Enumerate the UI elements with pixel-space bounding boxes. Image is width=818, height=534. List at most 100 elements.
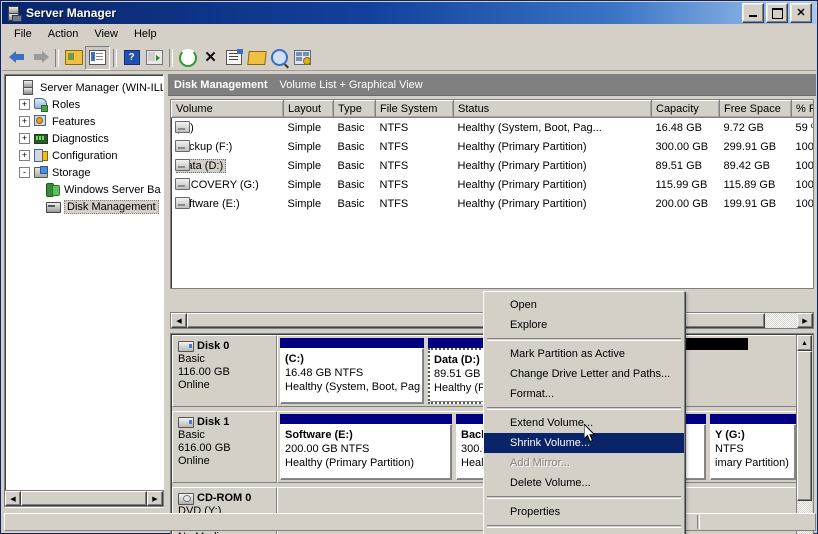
context-menu-item-shrink-volume[interactable]: Shrink Volume...: [484, 433, 684, 453]
context-menu-item-properties[interactable]: Properties: [484, 502, 684, 522]
context-menu-item-extend-volume[interactable]: Extend Volume...: [484, 413, 684, 433]
table-row[interactable]: Software (E:) Simple Basic NTFS Healthy …: [172, 194, 814, 213]
cell-capacity: 16.48 GB: [655, 121, 702, 134]
tree-item-diagnostics[interactable]: + Diagnostics: [7, 130, 163, 147]
disk-info-0[interactable]: Disk 0 Basic 116.00 GB Online: [172, 335, 277, 407]
server-manager-window: Server Manager ✕ File Action View Help ?…: [0, 0, 818, 534]
cell-capacity: 300.00 GB: [655, 140, 709, 153]
partition-body: Software (E:) 200.00 GB NTFS Healthy (Pr…: [280, 424, 452, 480]
scroll-thumb[interactable]: [21, 491, 147, 506]
tree-item-storage[interactable]: - Storage: [7, 164, 163, 181]
menu-view[interactable]: View: [86, 26, 126, 42]
menu-file[interactable]: File: [6, 26, 40, 42]
cell-file-system: NTFS: [379, 178, 409, 191]
status-divider: [697, 515, 700, 529]
cell-status: Healthy (Primary Partition): [457, 159, 587, 172]
volume-list: Volume Layout Type File System Status Ca…: [170, 99, 814, 289]
column-header-percent-free[interactable]: % Free: [791, 100, 813, 118]
help-icon[interactable]: ?: [120, 47, 143, 69]
context-menu-item-format[interactable]: Format...: [484, 384, 684, 404]
context-menu-item-change-drive-letter-and-paths[interactable]: Change Drive Letter and Paths...: [484, 364, 684, 384]
table-row[interactable]: (C:) Simple Basic NTFS Healthy (System, …: [172, 118, 813, 138]
context-menu-item-mark-partition-as-active[interactable]: Mark Partition as Active: [484, 344, 684, 364]
cell-capacity: 200.00 GB: [655, 197, 709, 210]
tree-horizontal-scrollbar[interactable]: ◀ ▶: [4, 490, 164, 507]
search-icon[interactable]: [268, 47, 291, 69]
scroll-up-button[interactable]: ▲: [797, 335, 812, 351]
toolbar: ? ✕: [2, 45, 816, 71]
context-menu-item-delete-volume[interactable]: Delete Volume...: [484, 473, 684, 493]
cell-volume: Backup (F:): [172, 137, 284, 156]
minimize-button[interactable]: [742, 3, 764, 23]
column-header-volume[interactable]: Volume: [171, 100, 284, 118]
column-header-free-space[interactable]: Free Space: [719, 100, 792, 118]
properties-icon[interactable]: [222, 47, 245, 69]
disk-title: CD-ROM 0: [178, 492, 271, 505]
volume-table: Volume Layout Type File System Status Ca…: [171, 100, 814, 213]
partition-name: Y (G:): [715, 429, 745, 441]
rescan-disks-icon[interactable]: [291, 47, 314, 69]
context-menu-item-open[interactable]: Open: [484, 295, 684, 315]
scroll-right-button[interactable]: ▶: [797, 313, 813, 328]
column-header-layout[interactable]: Layout: [283, 100, 334, 118]
maximize-button[interactable]: [766, 3, 788, 23]
cell-percent-free: 100 %: [795, 178, 814, 191]
tree-item-disk-management[interactable]: Disk Management: [7, 198, 163, 215]
open-folder-icon[interactable]: [245, 47, 268, 69]
configuration-icon: [33, 148, 49, 163]
column-header-file-system[interactable]: File System: [375, 100, 454, 118]
table-row[interactable]: RECOVERY (G:) Simple Basic NTFS Healthy …: [172, 175, 814, 194]
show-hide-action-pane-icon[interactable]: [143, 47, 166, 69]
scroll-track[interactable]: [765, 313, 797, 328]
cell-free-space: 89.42 GB: [723, 159, 770, 172]
table-row[interactable]: Data (D:) Simple Basic NTFS Healthy (Pri…: [172, 156, 813, 175]
context-menu-separator: [487, 407, 681, 410]
partition-block[interactable]: Y (G:) NTFS imary Partition): [710, 414, 796, 480]
tree-expander[interactable]: -: [19, 167, 30, 178]
partition-block[interactable]: (C:) 16.48 GB NTFS Healthy (System, Boot…: [280, 338, 424, 404]
scroll-right-button[interactable]: ▶: [147, 491, 163, 506]
cell-volume: Software (E:): [172, 194, 284, 213]
scroll-left-button[interactable]: ◀: [5, 491, 21, 506]
tree-expander[interactable]: +: [19, 116, 30, 127]
show-hide-console-tree-icon[interactable]: [85, 45, 110, 70]
cell-percent-free: 100 %: [795, 140, 814, 153]
scroll-thumb[interactable]: [797, 351, 812, 501]
refresh-icon[interactable]: [176, 47, 199, 69]
server-manager-icon: [6, 5, 22, 22]
windows-server-backup-icon: [45, 182, 61, 197]
disk-name: Disk 1: [197, 416, 230, 428]
forward-icon[interactable]: [29, 47, 52, 69]
cell-layout: Simple: [287, 121, 322, 134]
column-header-type[interactable]: Type: [333, 100, 376, 118]
tree-expander[interactable]: +: [19, 133, 30, 144]
cell-file-system: NTFS: [379, 159, 409, 172]
tree-item-server-manager[interactable]: Server Manager (WIN-ILLR: [7, 79, 163, 96]
disk-info-1[interactable]: Disk 1 Basic 616.00 GB Online: [172, 411, 277, 483]
table-row[interactable]: Backup (F:) Simple Basic NTFS Healthy (P…: [172, 137, 814, 156]
tree-item-configuration[interactable]: + Configuration: [7, 147, 163, 164]
close-button[interactable]: ✕: [790, 3, 812, 23]
tree-expander[interactable]: +: [19, 150, 30, 161]
menu-action[interactable]: Action: [40, 26, 87, 42]
partition-status: imary Partition): [715, 457, 789, 469]
tree-item-features[interactable]: + Features: [7, 113, 163, 130]
tree-item-roles[interactable]: + Roles: [7, 96, 163, 113]
up-folder-icon[interactable]: [62, 47, 85, 69]
tree-item-label: Disk Management: [64, 199, 159, 214]
delete-icon[interactable]: ✕: [199, 47, 222, 69]
context-menu: Open Explore Mark Partition as Active Ch…: [483, 291, 685, 534]
volume-table-header-row: Volume Layout Type File System Status Ca…: [171, 100, 813, 118]
context-menu-item-explore[interactable]: Explore: [484, 315, 684, 335]
tree-expander[interactable]: +: [19, 99, 30, 110]
cell-percent-free: 100 %: [795, 197, 814, 210]
graphical-view-vertical-scrollbar[interactable]: ▲ ▼: [796, 335, 812, 534]
column-header-capacity[interactable]: Capacity: [651, 100, 720, 118]
column-header-status[interactable]: Status: [453, 100, 652, 118]
tree-item-windows-server-backup[interactable]: Windows Server Ba: [7, 181, 163, 198]
partition-block[interactable]: Software (E:) 200.00 GB NTFS Healthy (Pr…: [280, 414, 452, 480]
back-icon[interactable]: [6, 47, 29, 69]
scroll-left-button[interactable]: ◀: [171, 313, 187, 328]
menu-help[interactable]: Help: [126, 26, 165, 42]
disk-name: CD-ROM 0: [197, 492, 252, 504]
